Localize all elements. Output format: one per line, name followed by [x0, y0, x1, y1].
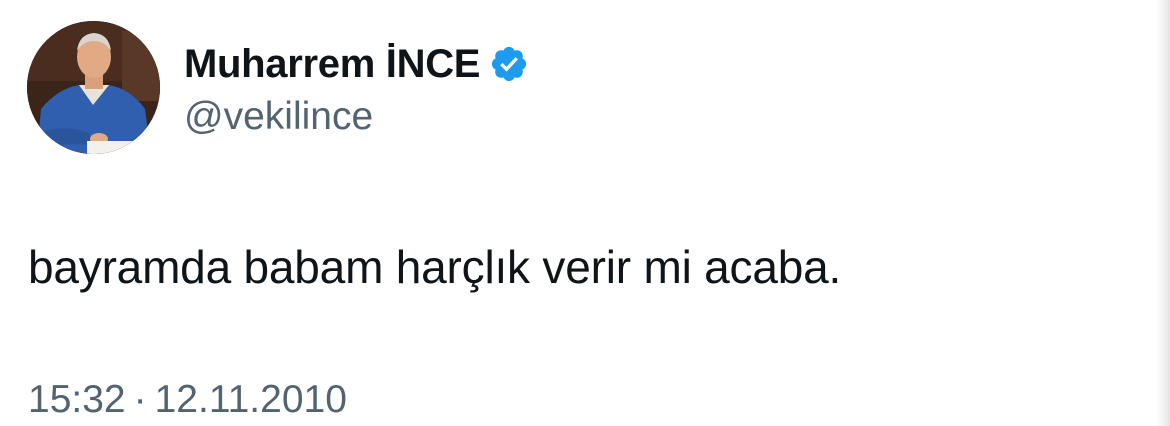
verified-badge-icon[interactable]	[489, 44, 529, 84]
author-handle[interactable]: @vekilince	[184, 95, 373, 139]
author-display-name[interactable]: Muharrem İNCE	[184, 42, 480, 87]
screen-edge-shadow	[1156, 0, 1170, 426]
tweet-time: 15:32	[28, 378, 126, 421]
tweet-timestamp[interactable]: 15:32 · 12.11.2010	[28, 378, 347, 422]
author-avatar[interactable]	[27, 21, 160, 154]
avatar-photo	[27, 21, 160, 154]
timestamp-separator: ·	[133, 378, 147, 421]
author-name-row: Muharrem İNCE	[184, 40, 529, 88]
tweet-date: 12.11.2010	[154, 378, 347, 421]
tweet-text: bayramda babam harçlık verir mi acaba.	[28, 241, 842, 293]
